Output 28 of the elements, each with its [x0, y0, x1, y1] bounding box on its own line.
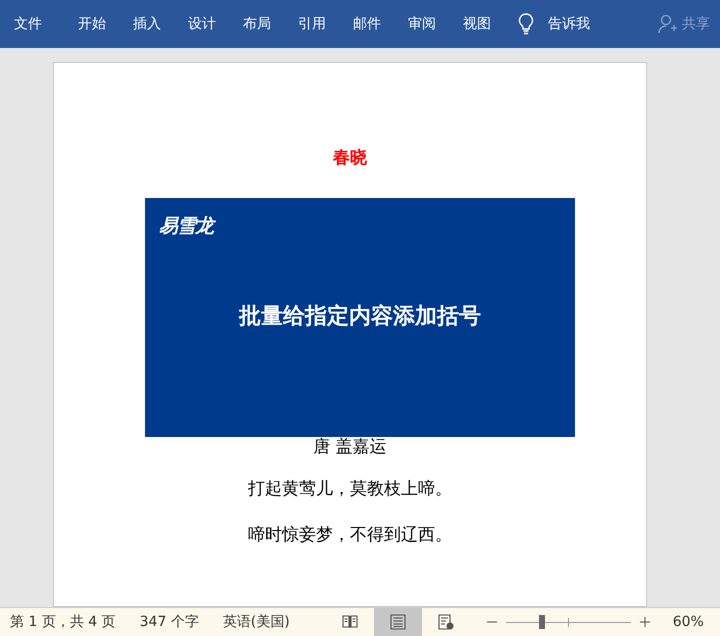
- poem-title: 春晓: [333, 147, 367, 169]
- file-tab[interactable]: 文件: [14, 14, 42, 34]
- tell-me-field[interactable]: 告诉我: [548, 14, 590, 34]
- lightbulb-icon[interactable]: [518, 13, 534, 35]
- poem-line: 打起黄莺儿，莫教枝上啼。: [248, 479, 452, 499]
- word-count[interactable]: 347 个字: [140, 612, 199, 632]
- ribbon-tab[interactable]: 引用: [298, 14, 326, 34]
- plus-icon[interactable]: [638, 616, 651, 628]
- view-button[interactable]: [374, 608, 422, 636]
- poem-line: 唐 盖嘉运: [313, 437, 387, 457]
- print-layout-icon[interactable]: [388, 613, 407, 631]
- ribbon-tab[interactable]: 视图: [463, 14, 491, 34]
- ribbon-tab[interactable]: 开始: [78, 14, 106, 34]
- zoom-thumb[interactable]: [538, 615, 545, 629]
- zoom-level[interactable]: 60%: [672, 612, 704, 632]
- ribbon-tab[interactable]: 邮件: [353, 14, 381, 34]
- read-mode-icon[interactable]: [340, 613, 359, 631]
- ribbon-tab[interactable]: 设计: [188, 14, 216, 34]
- poem-line: 啼时惊妾梦，不得到辽西。: [248, 525, 452, 545]
- ribbon-tab[interactable]: 布局: [243, 14, 271, 34]
- web-layout-icon[interactable]: [436, 613, 455, 631]
- banner-headline: 批量给指定内容添加括号: [238, 302, 482, 331]
- ribbon-tab[interactable]: 插入: [133, 14, 161, 34]
- brand-logo: 易雪龙: [159, 212, 213, 240]
- language-indicator[interactable]: 英语(美国): [222, 612, 290, 632]
- ribbon-tab[interactable]: 审阅: [408, 14, 436, 34]
- page-count[interactable]: 第 1 页，共 4 页: [10, 612, 116, 632]
- zoom-slider[interactable]: [506, 615, 631, 629]
